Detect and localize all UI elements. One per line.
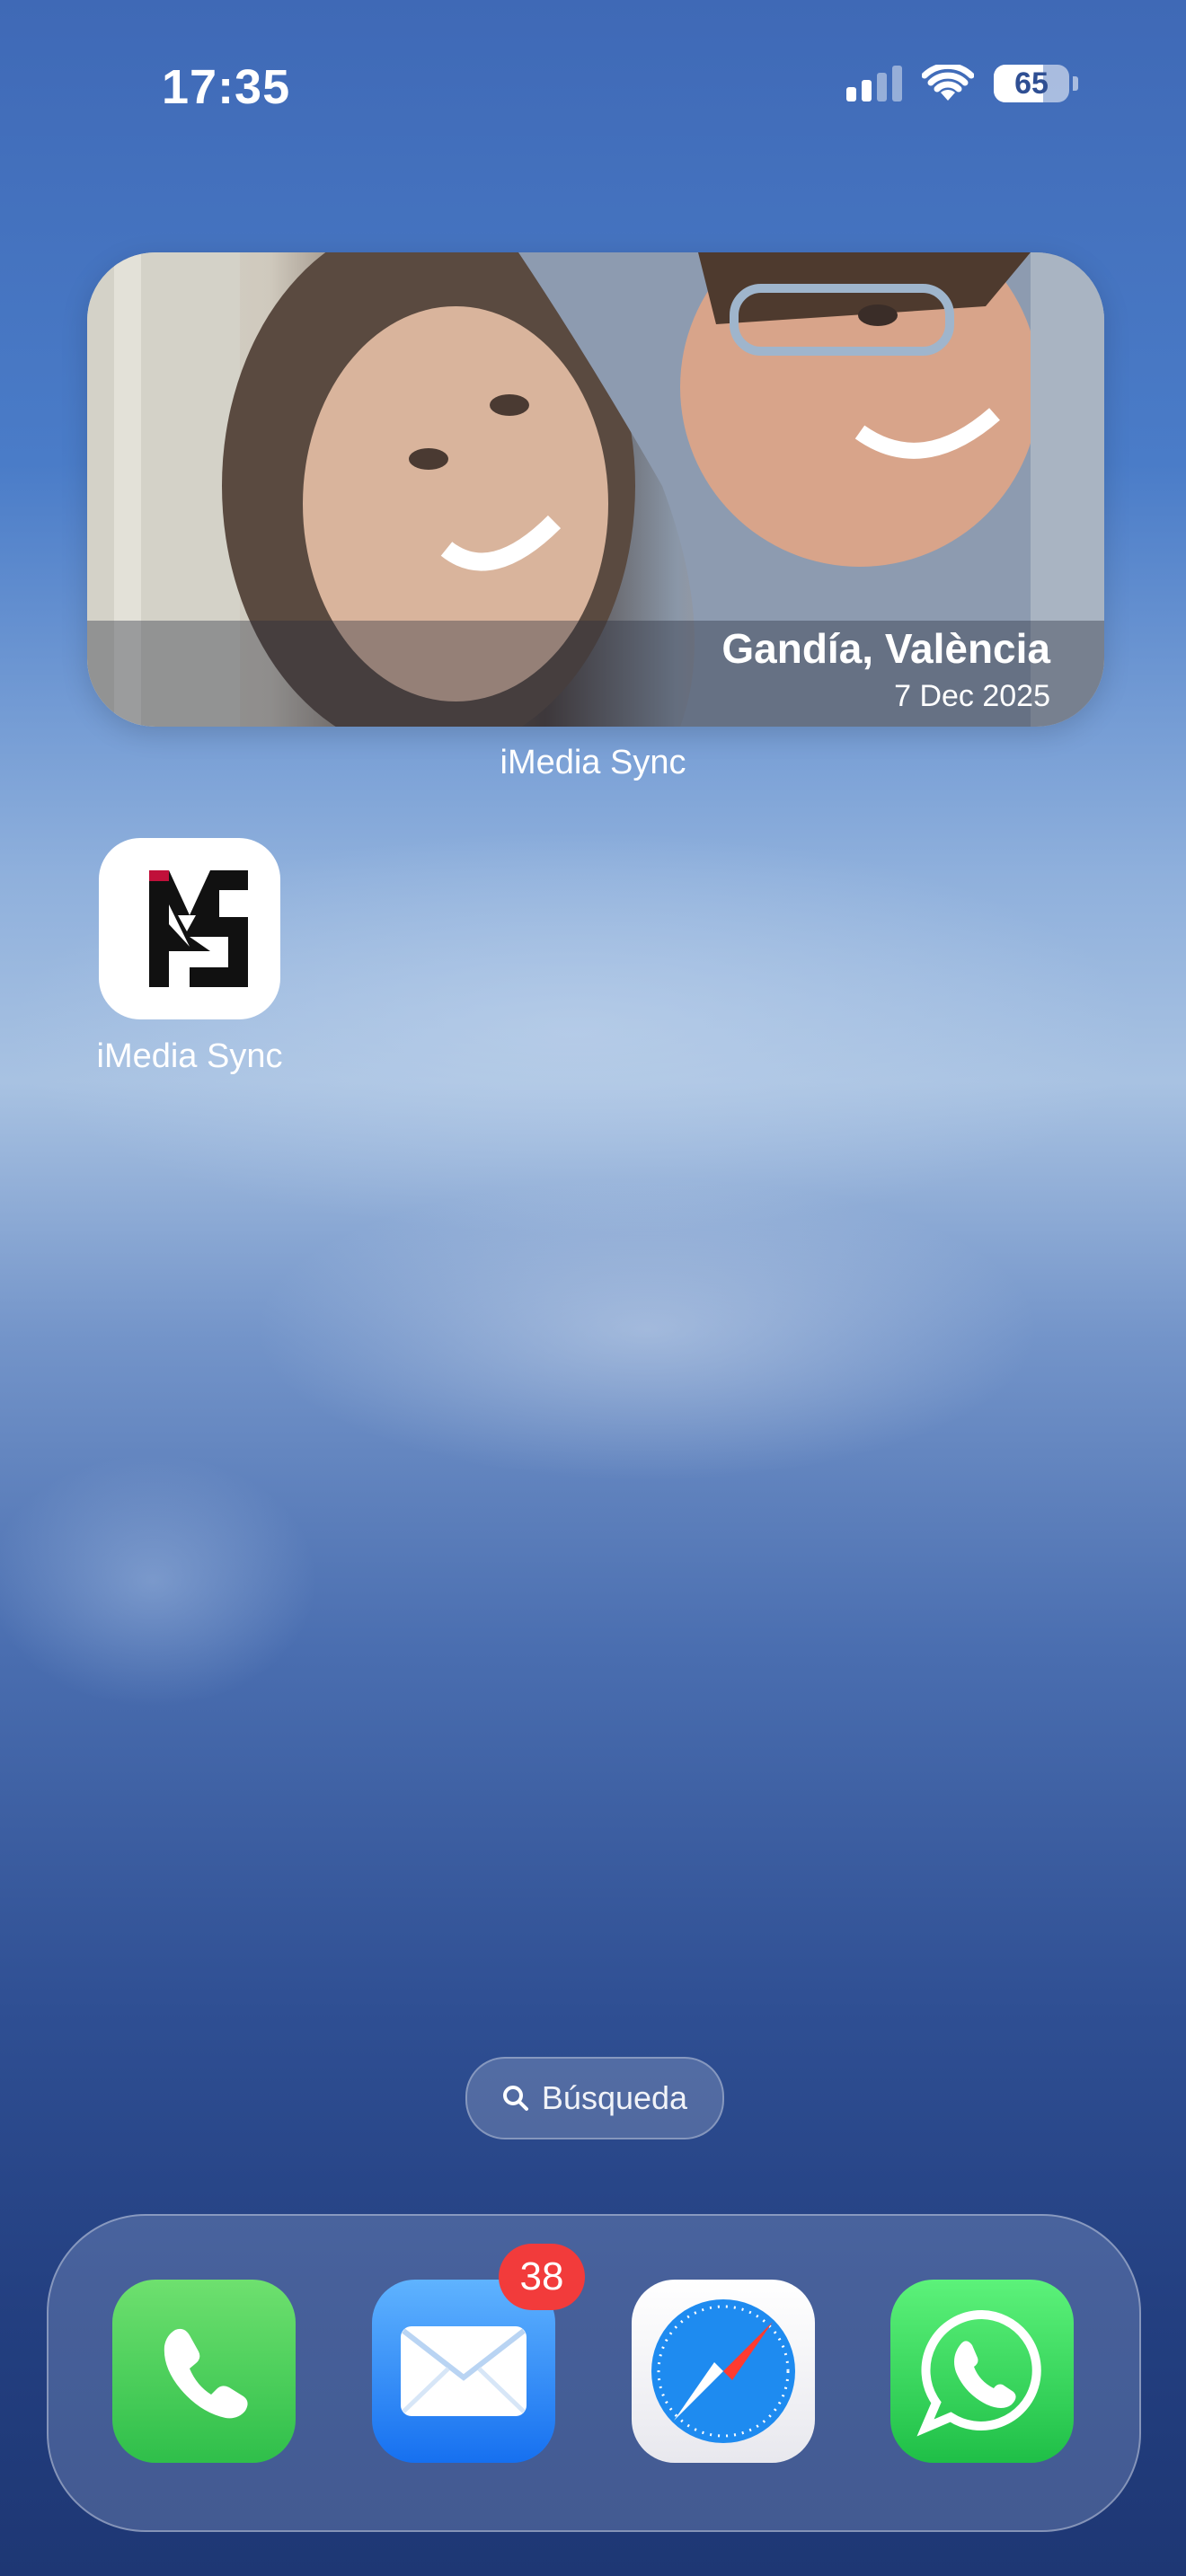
- search-label: Búsqueda: [541, 2079, 688, 2116]
- status-time: 17:35: [162, 60, 291, 114]
- battery-icon: 65: [994, 65, 1069, 102]
- wifi-icon: [922, 65, 974, 101]
- widget-label: iMedia Sync: [500, 744, 686, 781]
- status-icons: 65: [846, 65, 1078, 102]
- phone-app-icon[interactable]: [112, 2280, 296, 2463]
- app-label-imedia-sync: iMedia Sync: [96, 1037, 283, 1075]
- compass-icon: [651, 2299, 795, 2443]
- imedia-sync-app-icon[interactable]: [99, 838, 280, 1019]
- safari-app-icon[interactable]: [632, 2280, 815, 2463]
- widget-place: Gandía, València: [721, 625, 1050, 672]
- battery-cap: [1073, 76, 1078, 91]
- photo-widget[interactable]: Gandía, València 7 Dec 2025: [87, 252, 1104, 727]
- whatsapp-app-icon[interactable]: [890, 2280, 1074, 2463]
- whatsapp-icon: [916, 2309, 1041, 2437]
- mail-unread-badge: 38: [499, 2244, 585, 2310]
- battery-percent: 65: [1014, 66, 1049, 101]
- mail-icon: [401, 2326, 527, 2416]
- widget-date: 7 Dec 2025: [894, 679, 1050, 713]
- imedia-sync-logo-icon: [149, 870, 248, 987]
- cellular-signal-icon: [846, 66, 902, 101]
- search-icon: [502, 2086, 528, 2111]
- spotlight-search-button[interactable]: Búsqueda: [465, 2057, 724, 2139]
- phone-icon: [164, 2328, 248, 2419]
